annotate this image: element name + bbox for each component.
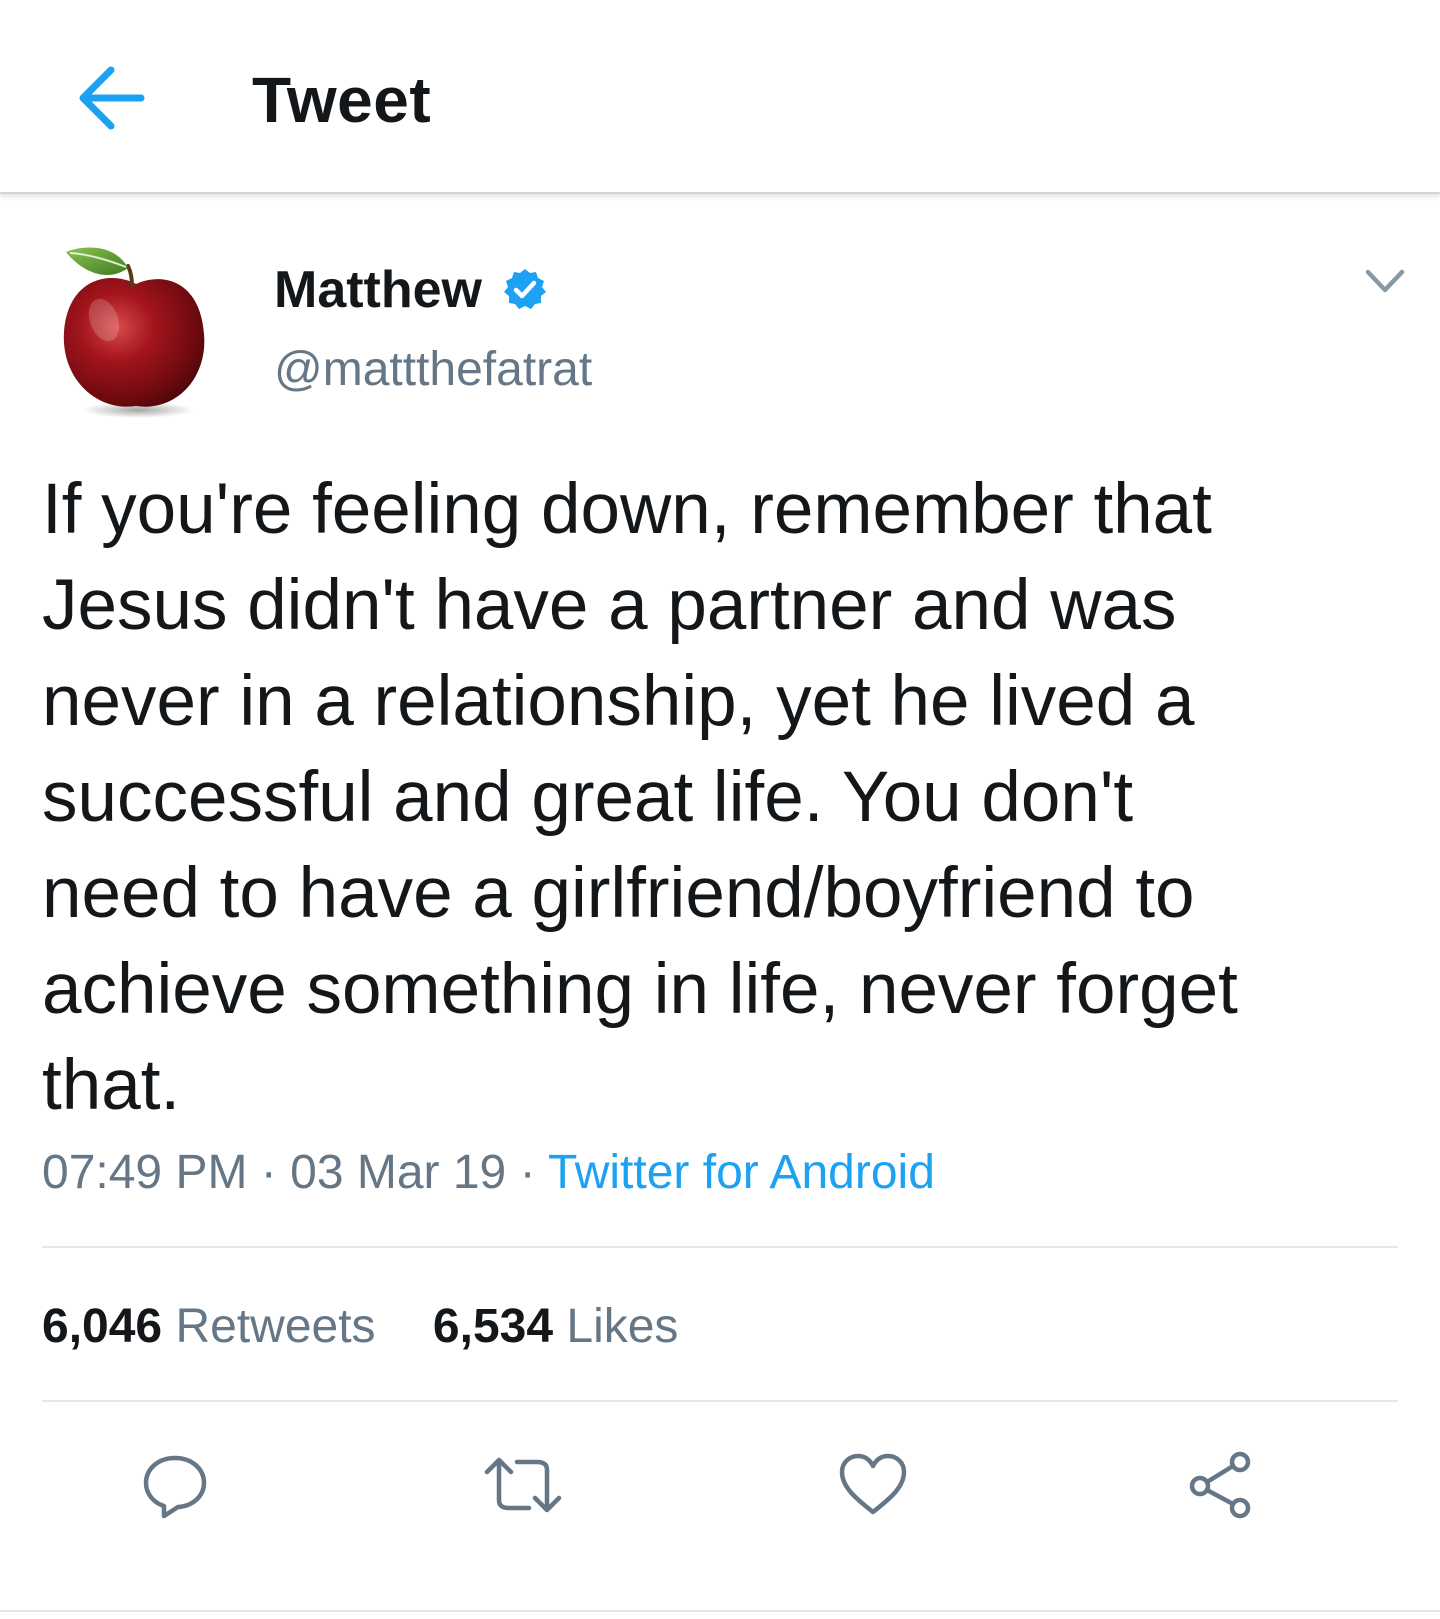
verified-badge-icon	[504, 269, 546, 309]
page-title: Tweet	[252, 64, 432, 136]
red-apple-avatar	[63, 247, 205, 418]
arrow-left-icon	[79, 66, 145, 130]
divider	[42, 1246, 1398, 1248]
tweet-meta: 07:49 PM · 03 Mar 19 · Twitter for Andro…	[42, 1142, 935, 1204]
reply-button[interactable]	[130, 1440, 220, 1530]
retweets-stat[interactable]: 6,046 Retweets	[42, 1300, 389, 1353]
tweet-menu-button[interactable]	[1360, 262, 1410, 302]
divider	[42, 1400, 1398, 1402]
retweet-icon	[484, 1457, 562, 1513]
meta-separator: ·	[260, 1146, 277, 1199]
retweet-button[interactable]	[478, 1440, 568, 1530]
avatar[interactable]	[58, 240, 218, 426]
meta-separator: ·	[519, 1146, 536, 1199]
likes-label: Likes	[566, 1300, 679, 1353]
display-name[interactable]: Matthew	[274, 258, 482, 322]
retweets-count: 6,046	[42, 1300, 163, 1353]
retweets-label: Retweets	[175, 1300, 376, 1353]
heart-icon	[839, 1453, 907, 1515]
top-app-bar: Tweet	[0, 0, 1440, 194]
like-button[interactable]	[828, 1440, 918, 1530]
tweet-stats: 6,046 Retweets 6,534 Likes	[42, 1296, 722, 1358]
back-button[interactable]	[68, 58, 154, 138]
likes-count: 6,534	[432, 1300, 554, 1353]
tweet-action-bar	[0, 1440, 1440, 1536]
share-icon	[1189, 1451, 1251, 1519]
bottom-divider	[0, 1610, 1440, 1612]
reply-icon	[143, 1455, 207, 1519]
likes-stat[interactable]: 6,534 Likes	[433, 1300, 679, 1353]
tweet-source-link[interactable]: Twitter for Android	[548, 1146, 935, 1199]
author-name-row[interactable]: Matthew	[274, 258, 548, 322]
share-button[interactable]	[1176, 1440, 1266, 1530]
chevron-down-icon	[1365, 269, 1405, 293]
tweet-time: 07:49 PM	[42, 1146, 248, 1199]
tweet-text: If you're feeling down, remember that Je…	[42, 470, 1238, 1125]
author-handle[interactable]: @mattthefatrat	[274, 340, 592, 400]
tweet-date: 03 Mar 19	[290, 1146, 507, 1199]
